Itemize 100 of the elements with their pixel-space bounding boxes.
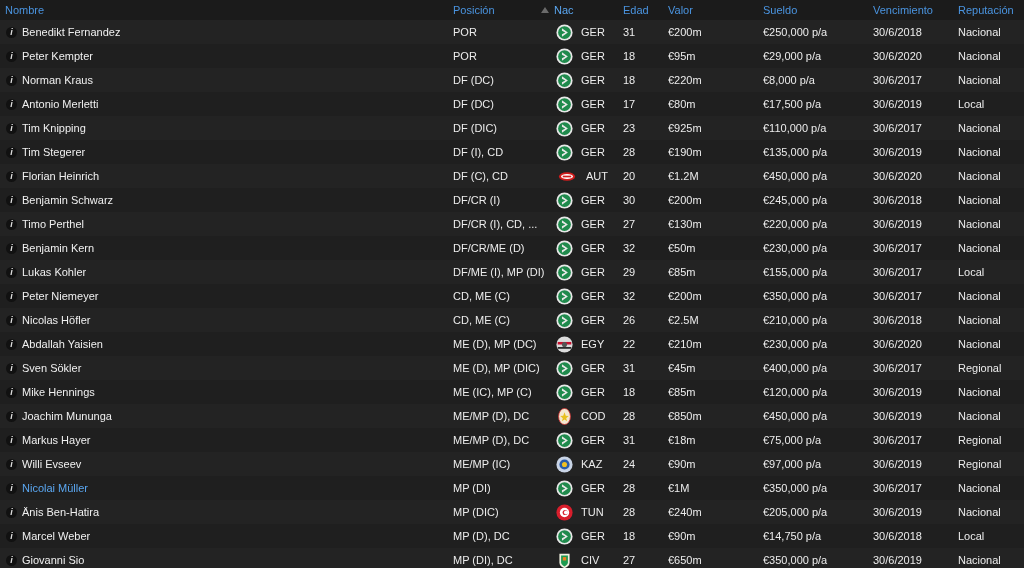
reputation-cell-text: Local	[958, 264, 986, 280]
player-name[interactable]: Joachim Mununga	[22, 407, 112, 425]
player-name[interactable]: Nicolas Höfler	[22, 311, 91, 329]
column-header[interactable]: Valor	[668, 1, 693, 19]
reputation-cell-text: Nacional	[958, 552, 1002, 568]
player-name[interactable]: Benedikt Fernandez	[22, 23, 121, 41]
info-icon[interactable]: i	[6, 122, 17, 134]
info-icon[interactable]: i	[6, 434, 17, 446]
info-icon[interactable]: i	[6, 290, 17, 302]
info-icon[interactable]: i	[6, 26, 17, 38]
info-icon[interactable]: i	[6, 146, 17, 158]
info-icon[interactable]: i	[6, 530, 17, 542]
info-icon[interactable]: i	[6, 506, 17, 518]
nation-cell-text: GER	[581, 72, 605, 88]
expiry-cell-text: 30/6/2017	[873, 264, 923, 280]
wage-cell-text: €155,000 p/a	[763, 264, 829, 280]
crest-icon	[556, 311, 573, 329]
player-name[interactable]: Marcel Weber	[22, 527, 91, 545]
info-icon[interactable]: i	[6, 458, 17, 470]
column-header[interactable]: Vencimiento	[873, 1, 933, 19]
player-name[interactable]: Änis Ben-Hatira	[22, 503, 100, 521]
expiry-cell-text: 30/6/2019	[873, 384, 923, 400]
info-icon[interactable]: i	[6, 218, 17, 230]
wage-cell-text: €400,000 p/a	[763, 360, 829, 376]
crest-icon	[556, 407, 573, 425]
player-name[interactable]: Benjamin Kern	[22, 239, 95, 257]
column-header[interactable]: Posición	[453, 1, 495, 19]
player-name[interactable]: Lukas Kohler	[22, 263, 87, 281]
info-icon[interactable]: i	[6, 170, 17, 182]
nation-cell-text: TUN	[581, 504, 604, 520]
info-icon[interactable]: i	[6, 338, 17, 350]
wage-cell-text: €97,000 p/a	[763, 456, 823, 472]
crest-icon	[556, 239, 573, 257]
player-name[interactable]: Mike Hennings	[22, 383, 95, 401]
nation-cell-text: KAZ	[581, 456, 603, 472]
info-icon[interactable]: i	[6, 242, 17, 254]
player-name[interactable]: Giovanni Sio	[22, 551, 85, 568]
expiry-cell-text: 30/6/2019	[873, 216, 923, 232]
reputation-cell-text: Nacional	[958, 120, 1002, 136]
value-cell-text: €90m	[668, 528, 697, 544]
position-cell-text: DF/CR (I), CD, ...	[453, 216, 539, 232]
reputation-cell-text: Nacional	[958, 312, 1002, 328]
column-header[interactable]: Edad	[623, 1, 649, 19]
column-header[interactable]: Nombre	[5, 1, 45, 19]
player-name[interactable]: Nicolai Müller	[22, 479, 89, 497]
info-icon[interactable]: i	[6, 482, 17, 494]
value-cell-text: €220m	[668, 72, 703, 88]
column-header[interactable]: Sueldo	[763, 1, 798, 19]
column-header[interactable]: Nac	[554, 1, 574, 19]
info-icon[interactable]: i	[6, 194, 17, 206]
player-name[interactable]: Norman Kraus	[22, 71, 93, 89]
info-icon[interactable]: i	[6, 50, 17, 62]
player-name[interactable]: Benjamin Schwarz	[22, 191, 114, 209]
info-icon[interactable]: i	[6, 314, 17, 326]
info-icon[interactable]: i	[6, 410, 17, 422]
value-cell-text: €85m	[668, 384, 697, 400]
wage-cell-text: €17,500 p/a	[763, 96, 823, 112]
player-name[interactable]: Sven Sökler	[22, 359, 82, 377]
info-icon[interactable]: i	[6, 362, 17, 374]
age-cell-text: 27	[623, 216, 637, 232]
player-name[interactable]: Timo Perthel	[22, 215, 84, 233]
wage-cell-text: €230,000 p/a	[763, 336, 829, 352]
reputation-cell-text: Nacional	[958, 288, 1002, 304]
position-cell-text: ME/MP (D), DC	[453, 408, 531, 424]
age-cell-text: 24	[623, 456, 637, 472]
player-name[interactable]: Peter Niemeyer	[22, 287, 99, 305]
expiry-cell-text: 30/6/2018	[873, 192, 923, 208]
player-name[interactable]: Antonio Merletti	[22, 95, 99, 113]
info-icon[interactable]: i	[6, 266, 17, 278]
player-name[interactable]: Markus Hayer	[22, 431, 91, 449]
player-name[interactable]: Peter Kempter	[22, 47, 93, 65]
player-name[interactable]: Tim Stegerer	[22, 143, 86, 161]
age-cell-text: 31	[623, 24, 637, 40]
age-cell-text: 22	[623, 336, 637, 352]
position-cell-text: DF/ME (I), MP (DI)	[453, 264, 546, 280]
info-icon[interactable]: i	[6, 98, 17, 110]
crest-icon	[556, 23, 573, 41]
expiry-cell-text: 30/6/2017	[873, 240, 923, 256]
player-name[interactable]: Tim Knipping	[22, 119, 86, 137]
wage-cell-text: €450,000 p/a	[763, 408, 829, 424]
position-cell-text: ME (D), MP (DC)	[453, 336, 538, 352]
info-icon[interactable]: i	[6, 386, 17, 398]
crest-icon	[556, 551, 573, 568]
wage-cell-text: €250,000 p/a	[763, 24, 829, 40]
nation-cell-text: AUT	[586, 168, 608, 184]
info-icon[interactable]: i	[6, 74, 17, 86]
reputation-cell-text: Nacional	[958, 384, 1002, 400]
reputation-cell-text: Nacional	[958, 48, 1002, 64]
player-name[interactable]: Florian Heinrich	[22, 167, 100, 185]
column-header[interactable]: Reputación	[958, 1, 1014, 19]
player-name[interactable]: Abdallah Yaisien	[22, 335, 103, 353]
value-cell-text: €45m	[668, 360, 697, 376]
info-icon[interactable]: i	[6, 554, 17, 566]
player-name[interactable]: Willi Evseev	[22, 455, 82, 473]
reputation-cell-text: Local	[958, 528, 986, 544]
position-cell-text: ME/MP (IC)	[453, 456, 512, 472]
expiry-cell-text: 30/6/2018	[873, 312, 923, 328]
value-cell-text: €210m	[668, 336, 703, 352]
nation-cell-text: GER	[581, 48, 605, 64]
nation-cell-text: GER	[581, 216, 605, 232]
